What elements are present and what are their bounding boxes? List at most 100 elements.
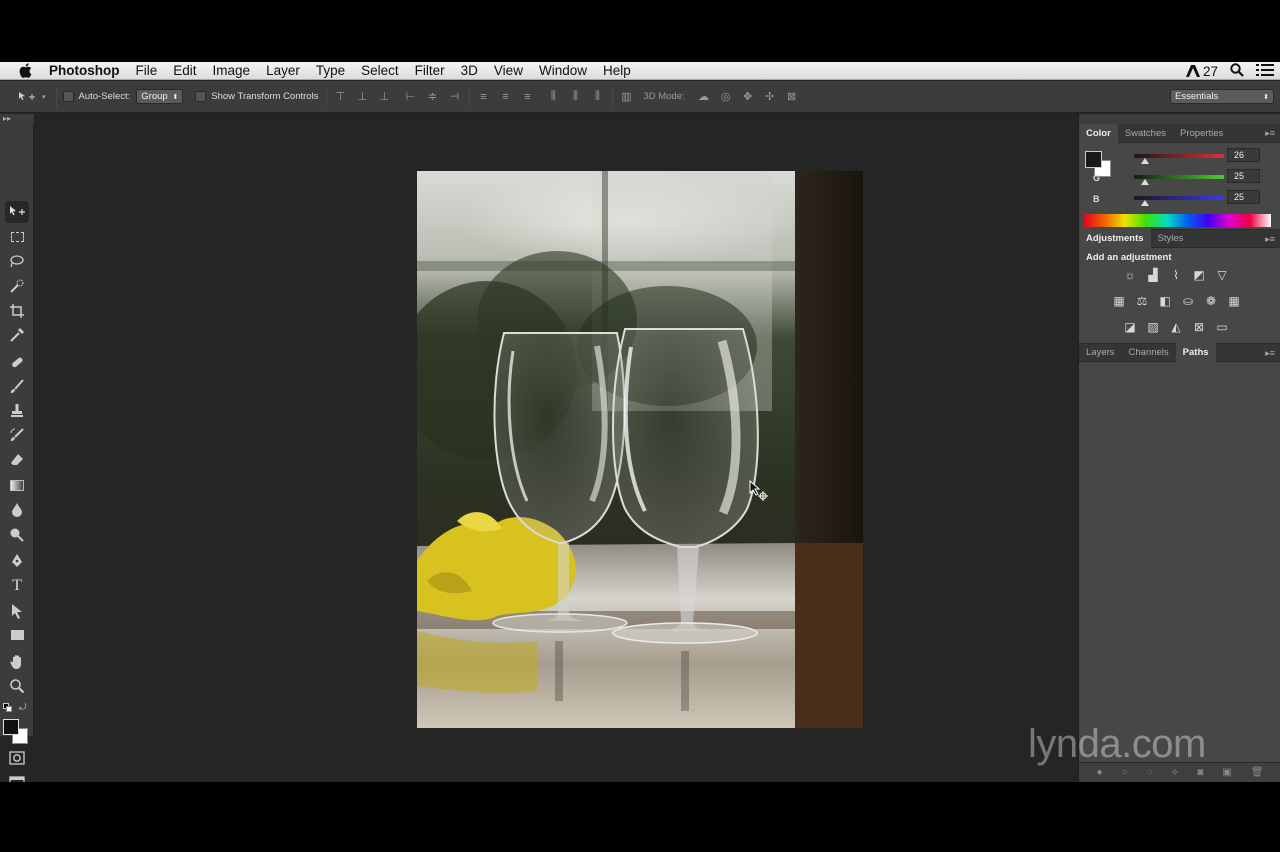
black-white-icon[interactable]: ◧ [1157, 294, 1173, 308]
invert-icon[interactable]: ◪ [1122, 320, 1138, 334]
rectangle-tool-icon[interactable] [5, 624, 29, 646]
fill-path-icon[interactable]: ● [1097, 767, 1103, 778]
type-tool-icon[interactable]: T [5, 575, 29, 597]
menu-select[interactable]: Select [353, 62, 407, 80]
add-mask-icon[interactable]: ◙ [1197, 767, 1203, 778]
tab-properties[interactable]: Properties [1173, 124, 1230, 143]
blur-tool-icon[interactable] [5, 498, 29, 520]
auto-align-layers-icon[interactable]: ▥ [619, 90, 633, 104]
tab-channels[interactable]: Channels [1122, 343, 1176, 362]
gradient-tool-icon[interactable] [5, 474, 29, 496]
menu-3d[interactable]: 3D [453, 62, 486, 80]
menu-edit[interactable]: Edit [165, 62, 204, 80]
brush-tool-icon[interactable] [5, 376, 29, 398]
menu-help[interactable]: Help [595, 62, 639, 80]
quick-selection-tool-icon[interactable] [5, 275, 29, 297]
3d-orbit-icon[interactable]: ☁ [697, 90, 711, 104]
pen-tool-icon[interactable] [5, 550, 29, 572]
history-brush-tool-icon[interactable] [5, 424, 29, 446]
stroke-path-icon[interactable]: ○ [1122, 767, 1128, 778]
foreground-color-swatch[interactable] [3, 719, 19, 735]
eyedropper-tool-icon[interactable] [5, 324, 29, 346]
hue-saturation-icon[interactable]: ▦ [1111, 294, 1127, 308]
hand-tool-icon[interactable] [5, 651, 29, 673]
menu-image[interactable]: Image [205, 62, 259, 80]
show-transform-checkbox[interactable] [195, 91, 207, 102]
panel-menu-icon[interactable]: ▸≡ [1265, 128, 1275, 139]
distribute-vertical-center-icon[interactable]: ≡ [498, 90, 512, 104]
menu-type[interactable]: Type [308, 62, 353, 80]
green-value-input[interactable]: 25 [1227, 169, 1260, 183]
gradient-map-icon[interactable]: ▭ [1214, 320, 1230, 334]
menu-view[interactable]: View [486, 62, 531, 80]
move-tool-preset-icon[interactable]: ▾ [18, 91, 46, 103]
tab-color[interactable]: Color [1079, 123, 1118, 143]
crop-tool-icon[interactable] [5, 300, 29, 322]
align-horizontal-center-icon[interactable]: ≑ [425, 90, 439, 104]
adobe-status-icon[interactable]: 27 [1185, 64, 1218, 79]
dodge-tool-icon[interactable] [5, 524, 29, 546]
exposure-icon[interactable]: ◩ [1191, 268, 1207, 282]
threshold-icon[interactable]: ◭ [1168, 320, 1184, 334]
new-path-icon[interactable]: ▣ [1222, 767, 1231, 778]
screen-mode-icon[interactable] [5, 772, 29, 782]
menu-file[interactable]: File [128, 62, 166, 80]
selective-color-icon[interactable]: ⊠ [1191, 320, 1207, 334]
color-lookup-icon[interactable]: ▦ [1226, 294, 1242, 308]
3d-roll-icon[interactable]: ◎ [719, 90, 733, 104]
tab-adjustments[interactable]: Adjustments [1079, 229, 1151, 248]
load-path-as-selection-icon[interactable]: ◌ [1147, 767, 1153, 778]
app-menu-photoshop[interactable]: Photoshop [38, 62, 128, 80]
color-balance-icon[interactable]: ⚖ [1134, 294, 1150, 308]
document-canvas[interactable] [417, 171, 863, 728]
apple-icon[interactable] [12, 63, 38, 78]
channel-mixer-icon[interactable]: ❁ [1203, 294, 1219, 308]
notification-list-icon[interactable] [1256, 63, 1274, 80]
swap-colors-icon[interactable]: ⤾ [19, 702, 27, 713]
panel-menu-icon[interactable]: ▸≡ [1265, 348, 1275, 359]
lasso-tool-icon[interactable] [5, 250, 29, 272]
align-top-icon[interactable]: ⊤ [333, 90, 347, 104]
align-left-icon[interactable]: ⊢ [403, 90, 417, 104]
3d-scale-icon[interactable]: ⊠ [785, 90, 799, 104]
menu-layer[interactable]: Layer [258, 62, 308, 80]
distribute-horizontal-center-icon[interactable]: ⫼ [568, 90, 582, 104]
3d-slide-icon[interactable]: ✢ [763, 90, 777, 104]
spotlight-search-icon[interactable] [1230, 62, 1244, 80]
auto-select-dropdown[interactable]: Group ⬍ [136, 89, 184, 104]
make-work-path-icon[interactable]: ⟡ [1172, 767, 1179, 778]
align-right-icon[interactable]: ⊣ [447, 90, 461, 104]
zoom-tool-icon[interactable] [5, 675, 29, 697]
align-bottom-icon[interactable]: ⊥ [377, 90, 391, 104]
quick-mask-icon[interactable] [5, 747, 29, 769]
eraser-tool-icon[interactable] [5, 449, 29, 471]
panel-menu-icon[interactable]: ▸≡ [1265, 234, 1275, 245]
panel-collapse-strip[interactable] [1079, 114, 1280, 124]
healing-brush-tool-icon[interactable] [5, 351, 29, 373]
clone-stamp-tool-icon[interactable] [5, 400, 29, 422]
blue-value-input[interactable]: 25 [1227, 190, 1260, 204]
color-panel-foreground-swatch[interactable] [1085, 151, 1102, 168]
photo-filter-icon[interactable]: ⛀ [1180, 294, 1196, 308]
menu-filter[interactable]: Filter [407, 62, 453, 80]
move-tool-icon[interactable] [5, 201, 29, 223]
tab-paths[interactable]: Paths [1175, 343, 1216, 362]
marquee-tool-icon[interactable] [5, 226, 29, 248]
blue-slider-thumb[interactable] [1141, 200, 1149, 206]
distribute-left-icon[interactable]: ⫼ [546, 90, 560, 104]
green-slider-thumb[interactable] [1141, 179, 1149, 185]
distribute-top-icon[interactable]: ≡ [476, 90, 490, 104]
distribute-right-icon[interactable]: ⫼ [590, 90, 604, 104]
tab-layers[interactable]: Layers [1079, 343, 1122, 362]
vibrance-icon[interactable]: ▽ [1214, 268, 1230, 282]
menu-window[interactable]: Window [531, 62, 595, 80]
align-vertical-center-icon[interactable]: ⊥ [355, 90, 369, 104]
3d-pan-icon[interactable]: ✥ [741, 90, 755, 104]
color-spectrum-ramp[interactable] [1083, 214, 1271, 227]
red-slider-thumb[interactable] [1141, 158, 1149, 164]
tools-collapse-icon[interactable]: ▸▸ [0, 114, 34, 124]
distribute-bottom-icon[interactable]: ≡ [520, 90, 534, 104]
auto-select-checkbox[interactable] [62, 91, 74, 102]
workspace-dropdown[interactable]: Essentials ⬍ [1170, 89, 1274, 104]
brightness-icon[interactable]: ☼ [1122, 268, 1138, 282]
